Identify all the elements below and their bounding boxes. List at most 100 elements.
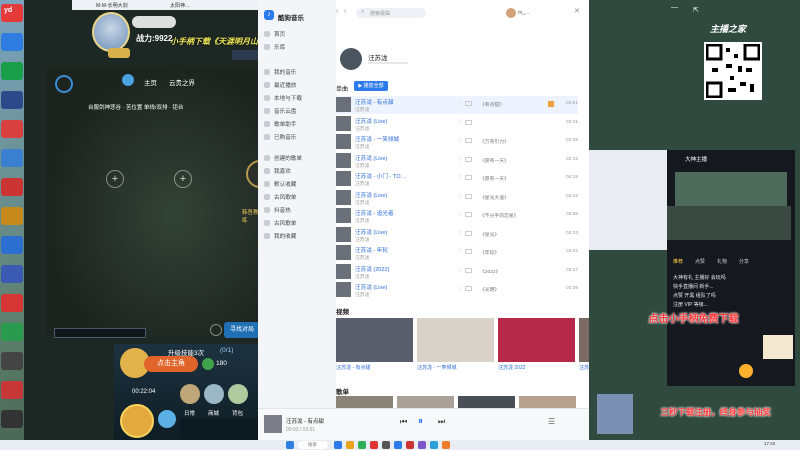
sidebar-item[interactable]: 古风歌单 (264, 193, 334, 204)
song-artist[interactable]: 汪苏泷 (355, 236, 411, 243)
nav-home[interactable]: 主页 (144, 77, 157, 87)
mv-icon[interactable] (465, 119, 472, 125)
user-name[interactable]: m_... (518, 10, 529, 16)
heart-icon[interactable]: ♡ (457, 100, 462, 107)
table-row[interactable]: 汪苏泷 (Live) 汪苏泷 ♡ 《星光》 03:33 (336, 226, 578, 244)
minimize-icon[interactable]: — (671, 4, 678, 11)
desktop-shortcut-icon[interactable] (1, 294, 23, 312)
song-album[interactable]: 《年轮》 (480, 249, 544, 256)
video-card-caption[interactable]: 汪苏泷 2022 (498, 364, 575, 371)
song-title[interactable]: 汪苏泷 (Live) (355, 154, 407, 162)
sidebar-item[interactable]: 创建的歌单 (264, 154, 334, 165)
sidebar-item[interactable]: 我的收藏 (264, 232, 334, 243)
desktop-shortcut-icon[interactable] (1, 323, 23, 341)
sidebar-item[interactable]: 默认收藏 (264, 180, 334, 191)
mv-icon[interactable] (465, 193, 472, 199)
song-cover[interactable] (336, 171, 351, 186)
desktop-shortcut-icon[interactable] (1, 236, 23, 254)
song-album[interactable]: 《光明》 (480, 286, 544, 293)
skill-button-3[interactable] (204, 384, 224, 404)
mv-icon[interactable] (465, 286, 472, 291)
table-row[interactable]: 汪苏泷 - 追光者 汪苏泷 ♡ 《不分手的恋爱》 03:56 (336, 207, 578, 225)
heart-icon[interactable]: ♡ (457, 230, 462, 237)
stream-tab-4[interactable]: 分享 (739, 259, 749, 265)
mv-icon[interactable] (465, 212, 472, 217)
gift-card[interactable] (763, 335, 793, 359)
album-cover[interactable] (519, 396, 576, 408)
taskbar-app-icon[interactable] (346, 441, 354, 449)
skill-button-1[interactable] (158, 410, 176, 428)
taskbar-app-icon[interactable] (382, 441, 390, 449)
video-card-caption[interactable]: 汪苏泷 - 一笑倾城 (417, 364, 494, 371)
taskbar-app-icon[interactable] (394, 441, 402, 449)
table-row[interactable]: 汪苏泷 (Live) 汪苏泷 ♡ 《愿有一天》 03:15 (336, 152, 578, 170)
heart-icon[interactable]: ♡ (457, 211, 462, 218)
table-row[interactable]: 汪苏泷 - 一笑倾城 汪苏泷 ♡ 《万有引力》 03:38 (336, 133, 578, 151)
album-cover[interactable] (458, 396, 515, 408)
sidebar-item[interactable]: 已购音乐 (264, 133, 334, 144)
song-title[interactable]: 汪苏泷 - 年轮 (355, 246, 407, 254)
mv-icon[interactable] (465, 267, 472, 273)
song-cover[interactable] (336, 97, 351, 112)
add-slot-button[interactable]: + (106, 170, 124, 188)
heart-icon[interactable]: ♡ (457, 193, 462, 200)
heart-icon[interactable]: ♡ (457, 137, 462, 144)
avatar[interactable] (92, 12, 130, 52)
sidebar-item[interactable]: 歌单助手 (264, 120, 334, 131)
mv-icon[interactable] (465, 175, 472, 180)
game-tab-2[interactable]: 太阳神... (170, 2, 218, 9)
table-row[interactable]: 汪苏泷 - 有点甜 汪苏泷 ♡ 《有点甜》 03:51 (336, 96, 578, 114)
song-album[interactable]: 《不分手的恋爱》 (480, 212, 544, 219)
song-artist[interactable]: 汪苏泷 (355, 162, 411, 169)
main-action-button[interactable] (120, 404, 154, 438)
sidebar-item[interactable]: 古风歌单 (264, 219, 334, 230)
mv-icon[interactable] (465, 230, 472, 236)
now-playing-cover[interactable] (264, 415, 282, 433)
game-tab-1[interactable]: M-M-长明大剑 (96, 2, 144, 9)
table-row[interactable]: 汪苏泷 (Live) 汪苏泷 ♡ 03:31 (336, 115, 578, 133)
song-cover[interactable] (336, 208, 351, 223)
chat-input[interactable] (54, 328, 146, 338)
song-cover[interactable] (336, 115, 351, 131)
song-title[interactable]: 汪苏泷 - 小门 - TO平时 (355, 172, 407, 180)
song-title[interactable]: 汪苏泷 (2022) (355, 265, 407, 273)
desktop-shortcut-icon[interactable] (1, 149, 23, 167)
mv-icon[interactable] (465, 249, 472, 254)
pin-icon[interactable]: ⇱ (693, 6, 699, 14)
table-row[interactable]: 汪苏泷 - 小门 - TO平时 汪苏泷 ♡ 《愿有一天》 04:15 (336, 170, 578, 188)
mv-icon[interactable] (465, 138, 472, 143)
close-icon[interactable]: ✕ (574, 7, 580, 15)
song-title[interactable]: 汪苏泷 (Live) (355, 283, 407, 291)
song-artist[interactable]: 汪苏泷 (355, 180, 411, 187)
desktop-shortcut-icon[interactable] (1, 178, 23, 196)
stream-tab-3[interactable]: 礼物 (717, 259, 727, 265)
sidebar-item[interactable]: 抖音热 (264, 206, 334, 217)
song-title[interactable]: 汪苏泷 - 一笑倾城 (355, 135, 407, 143)
taskbar-app-icon[interactable] (430, 441, 438, 449)
song-cover[interactable] (336, 189, 351, 205)
sidebar-item[interactable]: 最近播放 (264, 81, 334, 92)
song-artist[interactable]: 汪苏泷 (355, 273, 411, 280)
desktop-shortcut-icon[interactable] (1, 91, 23, 109)
song-cover[interactable] (336, 152, 351, 168)
sidebar-item[interactable]: 音乐云盘 (264, 107, 334, 118)
taskbar-app-icon[interactable] (418, 441, 426, 449)
song-title[interactable]: 汪苏泷 - 追光者 (355, 209, 407, 217)
mv-icon[interactable] (465, 101, 472, 106)
song-album[interactable]: 《万有引力》 (480, 138, 544, 145)
song-artist[interactable]: 汪苏泷 (355, 291, 411, 298)
pause-icon[interactable]: ⏸ (418, 416, 423, 427)
video-card-thumbnail[interactable] (417, 318, 494, 362)
song-artist[interactable]: 汪苏泷 (355, 106, 411, 113)
sidebar-item[interactable]: 乐库 (264, 43, 334, 54)
song-cover[interactable] (336, 282, 351, 297)
stream-tab-2[interactable]: 点赞 (695, 259, 705, 265)
desktop-shortcut-icon[interactable] (1, 352, 23, 370)
cancel-icon[interactable] (210, 324, 222, 336)
video-card-caption[interactable]: 汪苏泷 - 有点甜 (336, 364, 413, 371)
skill-button-2[interactable] (180, 384, 200, 404)
song-album[interactable]: 《愿有一天》 (480, 175, 544, 182)
song-album[interactable]: 《星光》 (480, 231, 544, 238)
table-row[interactable]: 汪苏泷 - 年轮 汪苏泷 ♡ 《年轮》 04:02 (336, 244, 578, 262)
album-cover[interactable] (336, 396, 393, 408)
